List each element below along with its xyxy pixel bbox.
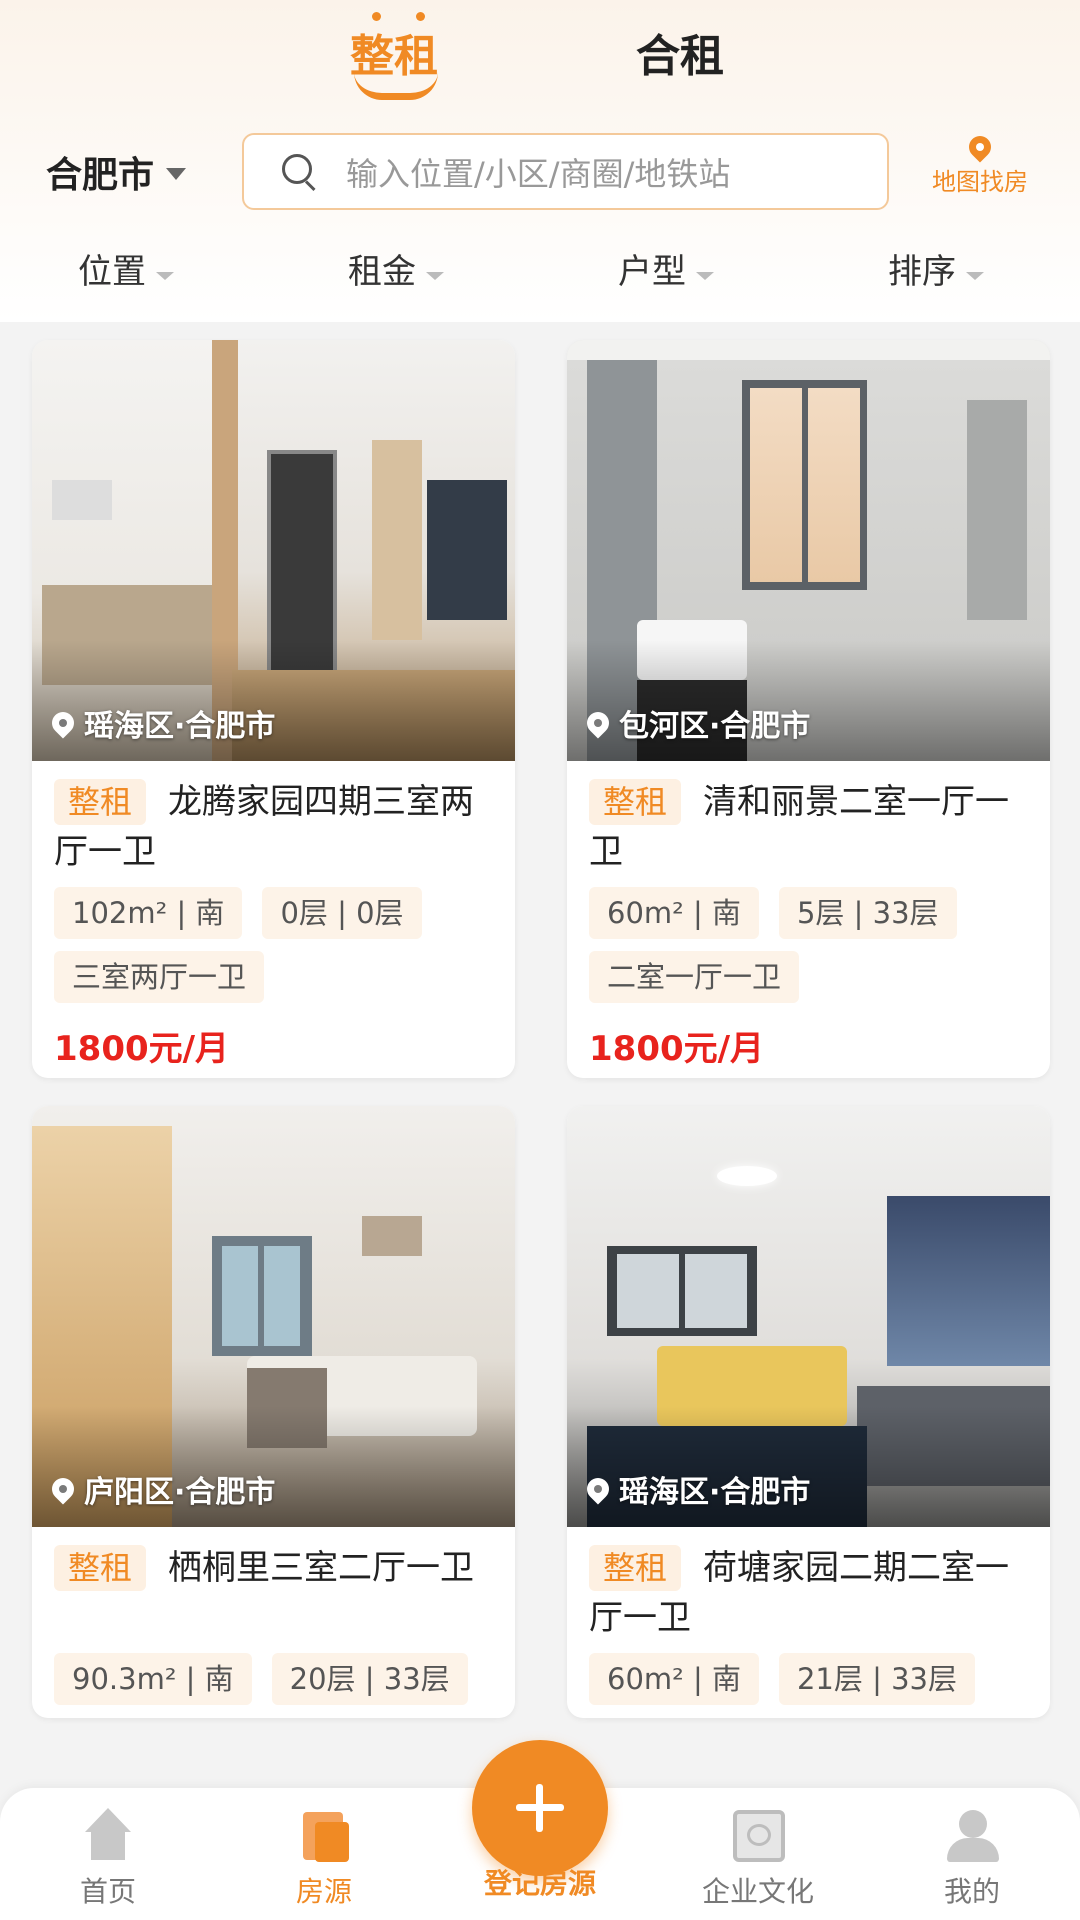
nav-listings-label: 房源 bbox=[295, 1875, 352, 1908]
listing-card[interactable]: 瑶海区·合肥市 整租 龙腾家园四期三室两厅一卫 102m² | 南 0层 | 0层三… bbox=[32, 340, 515, 1078]
caret-down-icon bbox=[696, 271, 714, 280]
filter-label: 租金 bbox=[348, 252, 416, 292]
nav-culture[interactable]: 企业文化 bbox=[678, 1808, 838, 1910]
search-placeholder: 输入位置/小区/商圈/地铁站 bbox=[346, 154, 731, 193]
location-pin-icon bbox=[582, 707, 614, 739]
location-pin-icon bbox=[47, 1473, 79, 1505]
listing-card[interactable]: 庐阳区·合肥市 整租 栖桐里三室二厅一卫 90.3m² | 南 20层 | 33层 bbox=[32, 1106, 515, 1718]
nav-home[interactable]: 首页 bbox=[28, 1808, 188, 1910]
floor-tag: 0层 | 0层 bbox=[262, 887, 422, 939]
search-input[interactable]: 输入位置/小区/商圈/地铁站 bbox=[242, 133, 889, 210]
location-text: 包河区·合肥市 bbox=[619, 709, 811, 744]
rent-type-badge: 整租 bbox=[54, 1545, 147, 1591]
listing-location: 瑶海区·合肥市 bbox=[47, 701, 276, 745]
tab-shared-rent[interactable]: 合租 bbox=[636, 20, 724, 84]
map-search-label: 地图找房 bbox=[932, 168, 1028, 196]
search-icon bbox=[282, 153, 318, 190]
listing-card[interactable]: 包河区·合肥市 整租 清和丽景二室一厅一卫 60m² | 南 5层 | 33层二室一… bbox=[567, 340, 1050, 1078]
listing-title: 整租 荷塘家园二期二室一厅一卫 bbox=[589, 1543, 1028, 1643]
filter-sort[interactable]: 排序 bbox=[888, 244, 984, 293]
area-tag: 60m² | 南 bbox=[589, 887, 759, 939]
listing-title: 整租 龙腾家园四期三室两厅一卫 bbox=[54, 777, 493, 877]
location-text: 庐阳区·合肥市 bbox=[84, 1475, 276, 1510]
filter-label: 位置 bbox=[78, 252, 146, 292]
header: 整租 合租 合肥市 输入位置/小区/商圈/地铁站 地图找房 位置 租金 户型 排… bbox=[0, 0, 1080, 322]
map-search-button[interactable]: 地图找房 bbox=[918, 131, 1042, 208]
area-tag: 60m² | 南 bbox=[589, 1653, 759, 1705]
layout-tag: 三室两厅一卫 bbox=[54, 951, 265, 1003]
nav-mine[interactable]: 我的 bbox=[892, 1808, 1052, 1910]
listings-icon bbox=[295, 1808, 353, 1864]
add-listing-button[interactable] bbox=[472, 1740, 608, 1876]
title-text: 栖桐里三室二厅一卫 bbox=[168, 1548, 475, 1588]
listing-title: 整租 清和丽景二室一厅一卫 bbox=[589, 777, 1028, 877]
floor-tag: 21层 | 33层 bbox=[778, 1653, 975, 1705]
listing-photo: 庐阳区·合肥市 bbox=[32, 1106, 515, 1527]
listing-price: 1800元/月 bbox=[54, 1029, 230, 1069]
area-tag: 102m² | 南 bbox=[54, 887, 243, 939]
layout-tag: 二室一厅一卫 bbox=[589, 951, 800, 1003]
listing-location: 瑶海区·合肥市 bbox=[582, 1467, 811, 1511]
nav-home-label: 首页 bbox=[79, 1875, 136, 1908]
listing-price: 1800元/月 bbox=[589, 1029, 765, 1069]
filter-label: 户型 bbox=[618, 252, 686, 292]
floor-tag: 20层 | 33层 bbox=[271, 1653, 468, 1705]
listing-photo: 包河区·合肥市 bbox=[567, 340, 1050, 761]
location-pin-icon bbox=[47, 707, 79, 739]
filter-label: 排序 bbox=[888, 252, 956, 292]
listing-title: 整租 栖桐里三室二厅一卫 bbox=[54, 1543, 493, 1643]
city-label: 合肥市 bbox=[46, 155, 155, 196]
home-icon bbox=[79, 1808, 137, 1864]
location-text: 瑶海区·合肥市 bbox=[84, 709, 276, 744]
tab-smile-icon bbox=[354, 72, 438, 100]
listing-tags: 60m² | 南 21层 | 33层 bbox=[589, 1653, 1028, 1717]
caret-down-icon bbox=[166, 168, 187, 180]
listing-card[interactable]: 瑶海区·合肥市 整租 荷塘家园二期二室一厅一卫 60m² | 南 21层 | 33层 bbox=[567, 1106, 1050, 1718]
rent-type-badge: 整租 bbox=[54, 779, 147, 825]
nav-listings[interactable]: 房源 bbox=[244, 1808, 404, 1910]
listing-tags: 102m² | 南 0层 | 0层三室两厅一卫 bbox=[54, 887, 493, 1015]
listing-tags: 90.3m² | 南 20层 | 33层 bbox=[54, 1653, 493, 1717]
caret-down-icon bbox=[966, 271, 984, 280]
caret-down-icon bbox=[426, 271, 444, 280]
floor-tag: 5层 | 33层 bbox=[778, 887, 957, 939]
area-tag: 90.3m² | 南 bbox=[54, 1653, 252, 1705]
company-culture-icon bbox=[729, 1808, 787, 1864]
nav-culture-label: 企业文化 bbox=[701, 1875, 814, 1908]
add-listing-label: 登记房源 bbox=[483, 1867, 596, 1900]
listing-tags: 60m² | 南 5层 | 33层二室一厅一卫 bbox=[589, 887, 1028, 1015]
rent-type-tabs: 整租 合租 bbox=[0, 0, 1080, 120]
listing-location: 包河区·合肥市 bbox=[582, 701, 811, 745]
rent-type-badge: 整租 bbox=[589, 1545, 682, 1591]
listing-photo: 瑶海区·合肥市 bbox=[567, 1106, 1050, 1527]
filter-rent[interactable]: 租金 bbox=[348, 244, 444, 293]
user-icon bbox=[943, 1808, 1001, 1864]
nav-mine-label: 我的 bbox=[943, 1875, 1000, 1908]
listing-location: 庐阳区·合肥市 bbox=[47, 1467, 276, 1511]
listing-photo: 瑶海区·合肥市 bbox=[32, 340, 515, 761]
rent-type-badge: 整租 bbox=[589, 779, 682, 825]
location-pin-icon bbox=[582, 1473, 614, 1505]
caret-down-icon bbox=[156, 271, 174, 280]
filter-location[interactable]: 位置 bbox=[78, 244, 174, 293]
location-text: 瑶海区·合肥市 bbox=[619, 1475, 811, 1510]
filter-layout[interactable]: 户型 bbox=[618, 244, 714, 293]
city-selector[interactable]: 合肥市 bbox=[46, 146, 187, 198]
map-pin-icon bbox=[964, 131, 996, 163]
filter-bar: 位置 租金 户型 排序 bbox=[0, 244, 1080, 300]
